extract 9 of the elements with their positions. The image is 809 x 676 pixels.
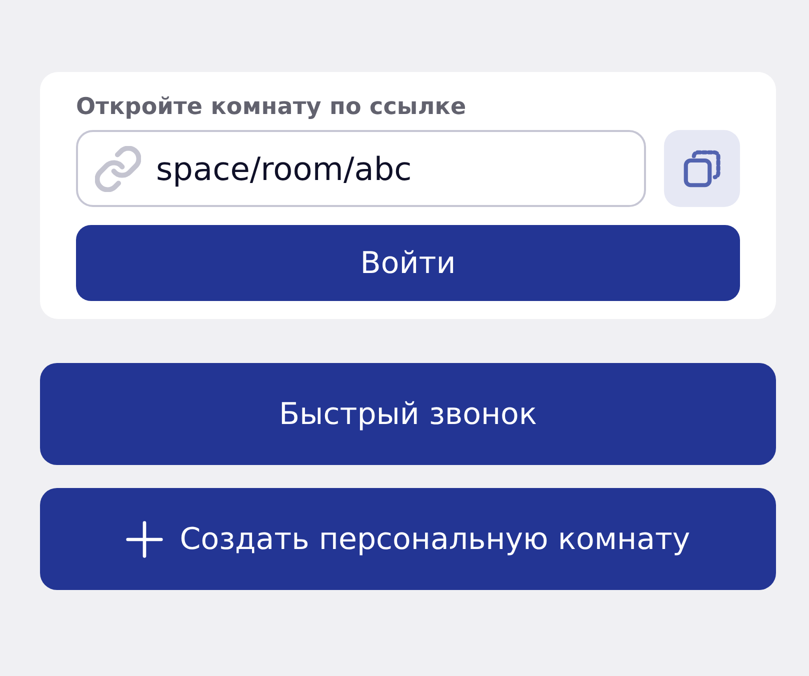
plus-icon [126, 520, 163, 558]
quick-call-button[interactable]: Быстрый звонок [40, 363, 776, 465]
create-room-button[interactable]: Создать персональную комнату [40, 488, 776, 590]
copy-icon [683, 150, 721, 188]
link-icon [95, 146, 141, 192]
link-input[interactable]: space/room/abc [76, 130, 646, 207]
copy-button[interactable] [664, 130, 740, 207]
field-label: Откройте комнату по ссылке [76, 94, 468, 120]
join-button[interactable]: Войти [76, 225, 740, 301]
